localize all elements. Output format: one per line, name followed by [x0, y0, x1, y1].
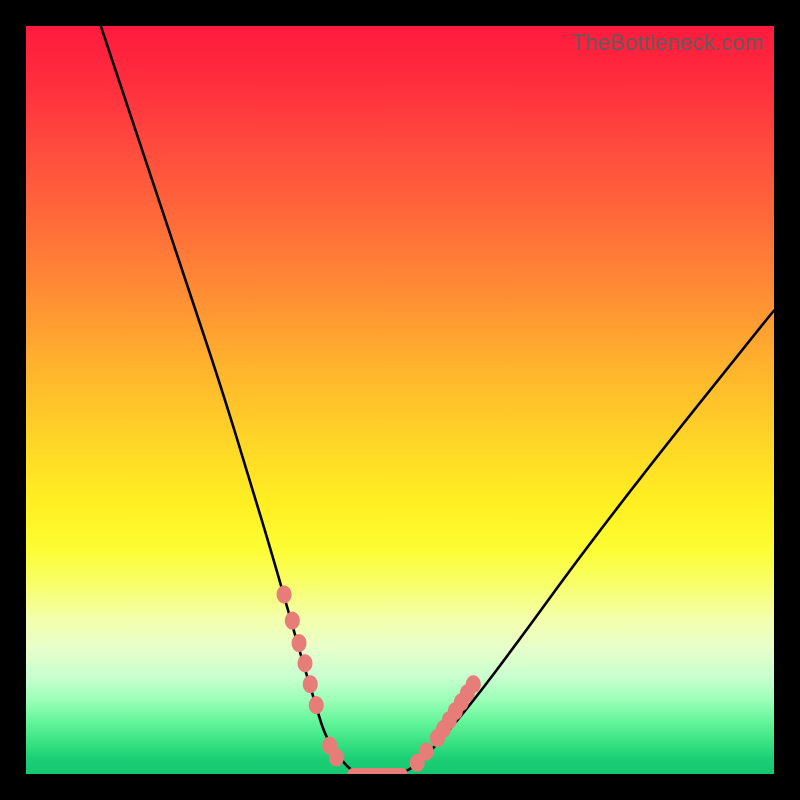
flat-segment	[348, 768, 408, 774]
bottleneck-curve	[101, 26, 774, 774]
watermark-text: TheBottleneck.com	[572, 30, 764, 56]
curve-markers-right	[410, 675, 481, 772]
chart-frame: TheBottleneck.com	[0, 0, 800, 800]
curve-svg	[26, 26, 774, 774]
curve-markers-left	[277, 585, 344, 766]
plot-area: TheBottleneck.com	[26, 26, 774, 774]
